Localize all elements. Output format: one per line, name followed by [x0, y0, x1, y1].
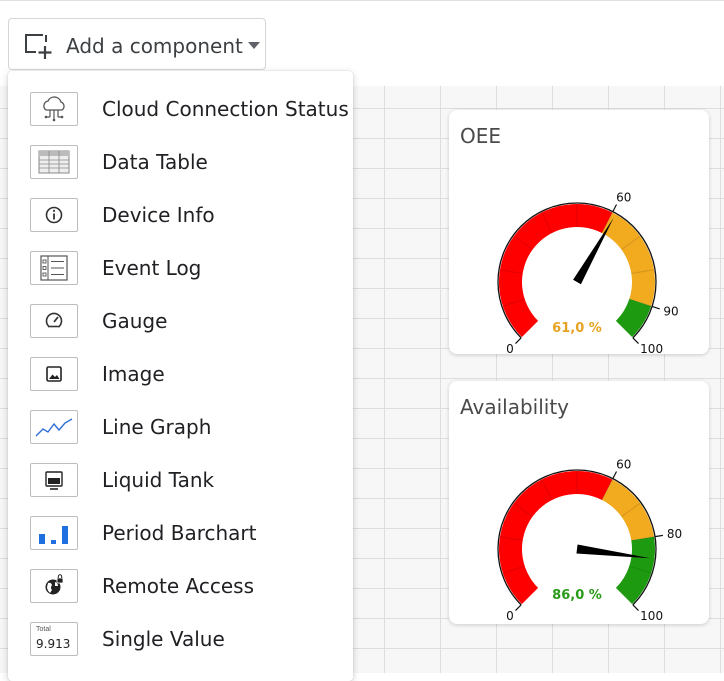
image-icon: [30, 357, 78, 391]
menu-item-line-graph[interactable]: Line Graph: [8, 401, 353, 454]
gauge-value-label: 86,0 %: [552, 588, 602, 603]
menu-item-liquid-tank[interactable]: Liquid Tank: [8, 454, 353, 507]
menu-item-label: Single Value: [102, 627, 225, 651]
gauge-tick-label: 100: [640, 609, 663, 623]
gauge-tick: [654, 534, 664, 538]
menu-item-event-log[interactable]: Event Log: [8, 242, 353, 295]
menu-item-image[interactable]: Image: [8, 348, 353, 401]
menu-item-label: Remote Access: [102, 574, 254, 598]
menu-item-label: Line Graph: [102, 415, 212, 439]
menu-item-label: Event Log: [102, 256, 202, 280]
remote-access-icon: [30, 569, 78, 603]
gauge-tick: [632, 604, 639, 611]
gauge-chart: 0 60 90 100 61,0 %: [497, 190, 679, 354]
gauge-band: [615, 536, 655, 605]
gauge-tick: [651, 305, 660, 310]
menu-item-label: Period Barchart: [102, 521, 257, 545]
gauge-band: [499, 204, 613, 338]
menu-item-data-table[interactable]: Data Table: [8, 136, 353, 189]
caret-down-icon: [248, 42, 260, 49]
liquid-tank-icon: [30, 463, 78, 497]
add-component-icon: [25, 34, 52, 59]
menu-item-label: Gauge: [102, 309, 168, 333]
gauge-tick-label: 0: [506, 342, 514, 354]
cloud-connection-icon: [30, 92, 78, 126]
single-value-preview-value: 9.913: [36, 637, 71, 651]
event-log-icon: [30, 251, 78, 285]
component-menu: Cloud Connection Status Data Table Devic…: [8, 71, 353, 681]
gauge-tick-label: 60: [616, 457, 631, 471]
menu-item-label: Device Info: [102, 203, 215, 227]
menu-item-label: Image: [102, 362, 165, 386]
menu-item-gauge[interactable]: Gauge: [8, 295, 353, 348]
info-icon: [30, 198, 78, 232]
single-value-preview-caption: Total: [36, 626, 51, 633]
oee-gauge-widget[interactable]: OEE 0 60 90 100 61,0 %: [449, 110, 709, 354]
single-value-icon: Total 9.913: [30, 622, 78, 656]
menu-item-single-value[interactable]: Total 9.913 Single Value: [8, 613, 353, 666]
gauge-tick: [515, 337, 522, 344]
line-graph-icon: [30, 410, 78, 444]
gauge-band: [499, 471, 613, 605]
menu-item-period-barchart[interactable]: Period Barchart: [8, 507, 353, 560]
gauge-tick: [632, 337, 639, 344]
menu-item-label: Cloud Connection Status: [102, 97, 349, 121]
add-component-button[interactable]: Add a component: [8, 18, 266, 70]
gauge-tick-label: 90: [663, 304, 678, 318]
gauge-value-label: 61,0 %: [552, 321, 602, 336]
gauge-tick-label: 0: [506, 609, 514, 623]
gauge-tick: [612, 471, 618, 479]
gauge-tick-label: 60: [616, 190, 631, 204]
add-component-label: Add a component: [66, 34, 243, 58]
gauge-tick: [515, 604, 522, 611]
menu-item-label: Data Table: [102, 150, 208, 174]
gauge-icon: [30, 304, 78, 338]
menu-item-remote-access[interactable]: Remote Access: [8, 560, 353, 613]
gauge-tick: [612, 204, 618, 212]
gauge-chart: 0 60 80 100 86,0 %: [497, 457, 682, 623]
availability-gauge-widget[interactable]: Availability 0 60 80 100 86,0 %: [449, 381, 709, 624]
menu-item-device-info[interactable]: Device Info: [8, 189, 353, 242]
menu-item-cloud-connection-status[interactable]: Cloud Connection Status: [8, 83, 353, 136]
gauge-tick-label: 100: [640, 342, 663, 354]
data-table-icon: [30, 145, 78, 179]
gauge-band: [601, 212, 655, 307]
menu-item-label: Liquid Tank: [102, 468, 215, 492]
gauge-tick-label: 80: [667, 527, 682, 541]
period-barchart-icon: [30, 516, 78, 550]
